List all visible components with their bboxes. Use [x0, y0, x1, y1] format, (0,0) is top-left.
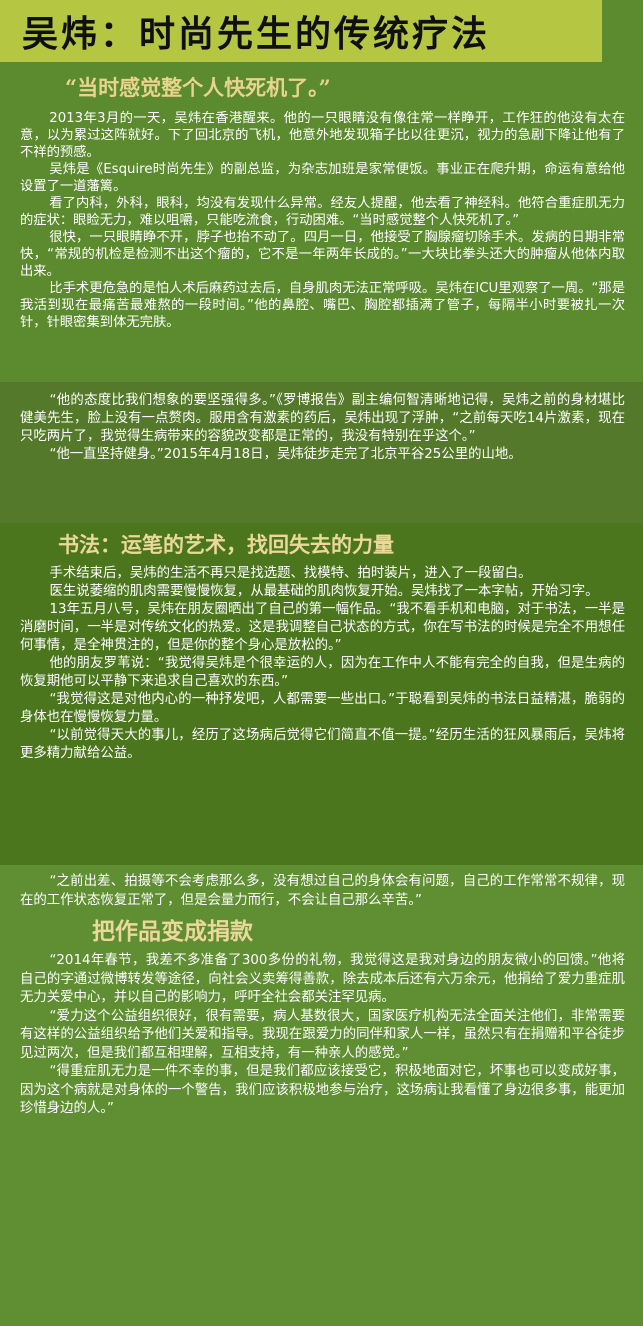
paragraph: 很快，一只眼睛睁不开，脖子也抬不动了。四月一日，他接受了胸腺瘤切除手术。发病的日…: [20, 230, 625, 279]
paragraph: 手术结束后，吴炜的生活不再只是找选题、找模特、拍时装片，进入了一段留白。: [49, 566, 532, 581]
paragraph: “以前觉得天大的事儿，经历了这场病后觉得它们简直不值一提。”经历生活的狂风暴雨后…: [20, 728, 625, 761]
paragraph: “爱力这个公益组织很好，很有需要，病人基数很大，国家医疗机构无法全面关注他们，非…: [20, 1008, 625, 1061]
section-heading-charity: 把作品变成捐款: [92, 918, 253, 945]
paragraph: “2014年春节，我差不多准备了300多份的礼物，我觉得这是我对身边的朋友微小的…: [20, 953, 625, 1005]
paragraph: 比手术更危急的是怕人术后麻药过去后，自身肌肉无法正常呼吸。吴炜在ICU里观察了一…: [20, 281, 625, 330]
paragraph: “他的态度比我们想象的要坚强得多。”《罗博报告》副主编何智清晰地记得，吴炜之前的…: [20, 393, 625, 444]
paragraph: “得重症肌无力是一件不幸的事，但是我们都应该接受它，积极地面对它，坏事也可以变成…: [20, 1064, 625, 1116]
section-heading-calligraphy: 书法：运笔的艺术，找回失去的力量: [58, 532, 394, 557]
paragraph: 13年五月八号，吴炜在朋友圈晒出了自己的第一幅作品。“我不看手机和电脑，对于书法…: [20, 602, 625, 653]
article-title: 吴炜：时尚先生的传统疗法: [22, 13, 491, 55]
paragraph: 2013年3月的一天，吴炜在香港醒来。他的一只眼睛没有像往常一样睁开，工作狂的他…: [20, 111, 625, 160]
paragraph: “我觉得这是对他内心的一种抒发吧，人都需要一些出口。”于聪看到吴炜的书法日益精湛…: [20, 692, 625, 725]
section-illness: “当时感觉整个人快死机了。” 2013年3月的一天，吴炜在香港醒来。他的一只眼睛…: [0, 62, 643, 382]
title-banner: 吴炜：时尚先生的传统疗法: [0, 0, 602, 62]
paragraph: 吴炜是《Esquire时尚先生》的副总监，为杂志加班是家常便饭。事业正在爬升期，…: [20, 162, 625, 194]
section-charity: “之前出差、拍摄等不会考虑那么多，没有想过自己的身体会有问题，自己的工作常常不规…: [0, 865, 643, 1326]
article-page: 吴炜：时尚先生的传统疗法 “当时感觉整个人快死机了。” 2013年3月的一天，吴…: [0, 0, 643, 1326]
section-calligraphy: 书法：运笔的艺术，找回失去的力量 手术结束后，吴炜的生活不再只是找选题、找模特、…: [0, 523, 643, 865]
paragraph: 医生说萎缩的肌肉需要慢慢恢复，从最基础的肌肉恢复开始。吴炜找了一本字帖，开始习字…: [49, 584, 599, 599]
paragraph: “他一直坚持健身。”2015年4月18日，吴炜徒步走完了北京平谷25公里的山地。: [49, 447, 522, 462]
paragraph: “之前出差、拍摄等不会考虑那么多，没有想过自己的身体会有问题，自己的工作常常不规…: [20, 874, 625, 908]
paragraph: 看了内科，外科，眼科，均没有发现什么异常。经友人提醒，他去看了神经科。他符合重症…: [20, 196, 625, 228]
paragraph: 他的朋友罗苇说：“我觉得吴炜是个很幸运的人，因为在工作中人不能有完全的自我，但是…: [20, 656, 625, 689]
section-attitude: “他的态度比我们想象的要坚强得多。”《罗博报告》副主编何智清晰地记得，吴炜之前的…: [0, 382, 643, 523]
pull-quote: “当时感觉整个人快死机了。”: [65, 75, 331, 100]
